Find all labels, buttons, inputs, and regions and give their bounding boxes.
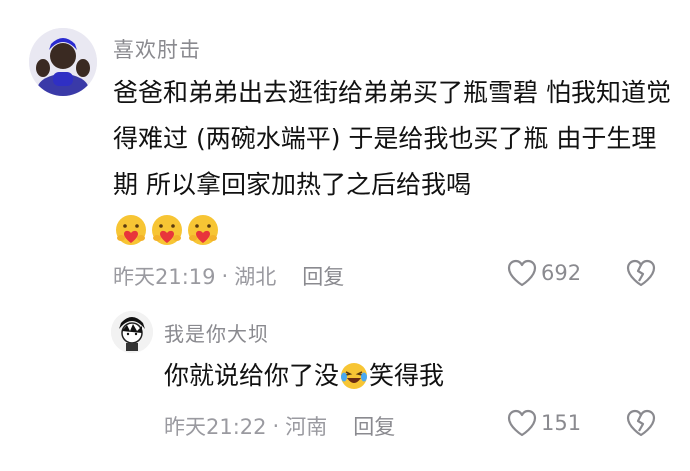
comment-time: 昨天21:19	[113, 265, 216, 289]
like-button[interactable]: 692	[507, 259, 581, 287]
comment-username[interactable]: 喜欢肘击	[113, 34, 201, 64]
reply-button[interactable]: 回复	[302, 261, 344, 291]
broken-heart-icon	[626, 409, 656, 437]
broken-heart-icon	[626, 259, 656, 287]
avatar-image	[29, 28, 97, 96]
reply-button[interactable]: 回复	[353, 411, 395, 441]
avatar-image	[111, 311, 153, 353]
reply-meta: 昨天21:22 · 河南 回复	[164, 411, 395, 441]
heart-hug-emoji-icon	[152, 215, 182, 245]
reply-location: 河南	[285, 415, 328, 439]
heart-hug-emoji-icon	[116, 215, 146, 245]
comment-meta: 昨天21:19 · 湖北 回复	[113, 261, 344, 291]
heart-outline-icon	[507, 409, 537, 437]
reply-username[interactable]: 我是你大坝	[164, 318, 269, 347]
reply-time: 昨天21:22	[164, 415, 267, 439]
reply-avatar[interactable]	[111, 311, 153, 353]
heart-outline-icon	[507, 259, 537, 287]
comment-location: 湖北	[234, 265, 277, 289]
meta-separator: ·	[221, 264, 229, 288]
comment-text: 爸爸和弟弟出去逛街给弟弟买了瓶雪碧 怕我知道觉得难过 (两碗水端平) 于是给我也…	[113, 78, 671, 199]
meta-separator: ·	[272, 414, 280, 438]
avatar[interactable]	[29, 28, 97, 96]
reply-text: 你就说给你了没 笑得我	[164, 356, 444, 396]
dislike-button[interactable]	[626, 409, 656, 441]
like-count: 151	[541, 411, 582, 435]
dislike-button[interactable]	[626, 259, 656, 291]
laughing-tears-emoji-icon	[341, 363, 368, 389]
reply-text-before: 你就说给你了没	[164, 361, 340, 390]
like-count: 692	[541, 261, 582, 285]
heart-hug-emoji-icon	[188, 215, 218, 245]
emoji-row	[113, 213, 221, 249]
like-button[interactable]: 151	[507, 409, 581, 437]
reply-text-after: 笑得我	[369, 361, 445, 390]
